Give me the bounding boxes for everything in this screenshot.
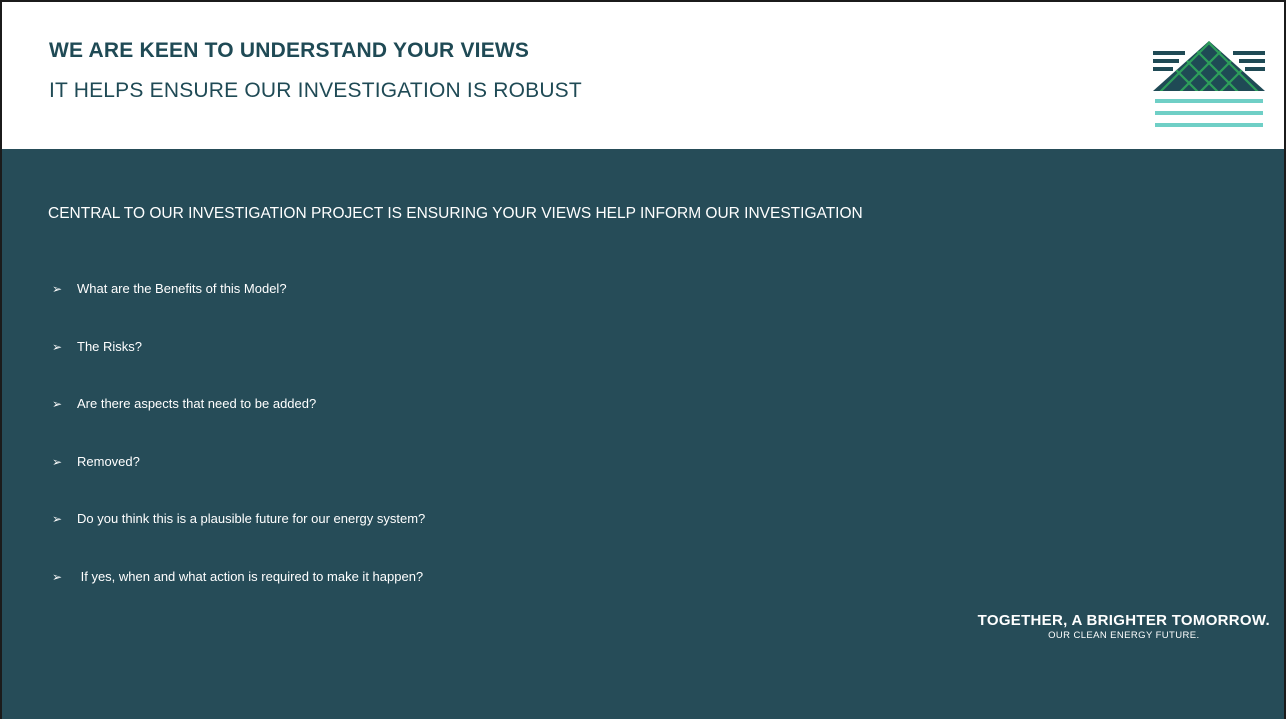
question-text: Do you think this is a plausible future … [77, 511, 426, 526]
tagline-sub: OUR CLEAN ENERGY FUTURE. [1048, 630, 1200, 641]
slide: WE ARE KEEN TO UNDERSTAND YOUR VIEWS IT … [0, 0, 1286, 719]
list-item: ➢ Removed? [52, 454, 425, 512]
arrow-bullet-icon: ➢ [52, 397, 63, 411]
arrow-bullet-icon: ➢ [52, 454, 63, 469]
arrow-bullet-icon: ➢ [52, 512, 63, 526]
slide-title: WE ARE KEEN TO UNDERSTAND YOUR VIEWS [49, 39, 530, 62]
list-item: ➢ If yes, when and what action is requir… [52, 569, 425, 627]
arrow-bullet-icon: ➢ [52, 282, 63, 296]
question-text: What are the Benefits of this Model? [77, 281, 287, 296]
arrow-bullet-icon: ➢ [52, 569, 63, 584]
list-item: ➢ Are there aspects that need to be adde… [52, 396, 425, 454]
slide-subtitle: IT HELPS ENSURE OUR INVESTIGATION IS ROB… [49, 79, 582, 102]
question-text: Are there aspects that need to be added? [77, 396, 317, 411]
tagline-main: TOGETHER, A BRIGHTER TOMORROW. [977, 612, 1270, 629]
question-text: Removed? [77, 453, 140, 469]
pyramid-waves-logo-icon [1153, 41, 1265, 127]
list-item: ➢ The Risks? [52, 339, 425, 397]
question-list: ➢ What are the Benefits of this Model? ➢… [52, 281, 425, 626]
arrow-bullet-icon: ➢ [52, 339, 63, 354]
list-item: ➢ What are the Benefits of this Model? [52, 281, 425, 339]
question-text: The Risks? [77, 338, 143, 354]
slide-body: CENTRAL TO OUR INVESTIGATION PROJECT IS … [2, 149, 1284, 719]
tagline: TOGETHER, A BRIGHTER TOMORROW. OUR CLEAN… [978, 612, 1270, 641]
slide-header: WE ARE KEEN TO UNDERSTAND YOUR VIEWS IT … [2, 2, 1284, 149]
question-text: If yes, when and what action is required… [77, 568, 424, 584]
lead-statement: CENTRAL TO OUR INVESTIGATION PROJECT IS … [48, 205, 863, 222]
list-item: ➢ Do you think this is a plausible futur… [52, 511, 425, 569]
